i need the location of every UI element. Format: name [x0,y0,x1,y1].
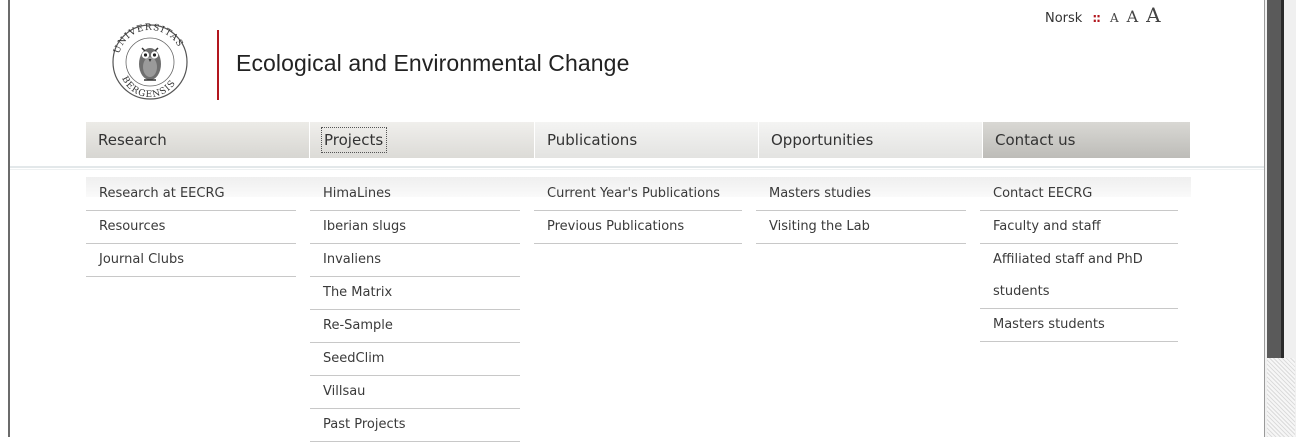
nav-tab-label: Contact us [995,131,1076,149]
site-title[interactable]: Ecological and Environmental Change [236,50,629,77]
header-divider [217,30,219,100]
menu-item[interactable]: Previous Publications [534,211,742,244]
main-navigation: Research Projects Publications Opportuni… [86,122,1191,158]
dropdown-publications: Current Year's Publications Previous Pub… [534,178,742,244]
dropdown-projects: HimaLines Iberian slugs Invaliens The Ma… [310,178,520,442]
font-size-large-button[interactable]: A [1146,3,1160,27]
menu-item[interactable]: HimaLines [310,178,520,211]
dropdown-contact: Contact EECRG Faculty and staff Affiliat… [980,178,1178,342]
nav-tab-research[interactable]: Research [86,122,310,158]
dropdown-opportunities: Masters studies Visiting the Lab [756,178,966,244]
separator-icon: :: [1092,11,1101,25]
menu-item[interactable]: Contact EECRG [980,178,1178,211]
window-frame-left [8,0,10,437]
menu-item[interactable]: Journal Clubs [86,244,296,277]
nav-tab-label: Opportunities [771,131,874,149]
menu-item[interactable]: Villsau [310,376,520,409]
menu-item[interactable]: Iberian slugs [310,211,520,244]
dropdown-research: Research at EECRG Resources Journal Club… [86,178,296,277]
menu-item[interactable]: Past Projects [310,409,520,442]
nav-tab-projects[interactable]: Projects [310,122,535,158]
nav-tab-label: Projects [320,127,388,153]
nav-tab-opportunities[interactable]: Opportunities [759,122,983,158]
menu-item[interactable]: SeedClim [310,343,520,376]
menu-item[interactable]: Visiting the Lab [756,211,966,244]
menu-item[interactable]: Faculty and staff [980,211,1178,244]
nav-tab-label: Research [98,131,167,149]
utility-bar: Norsk :: A A A [1045,3,1161,27]
menu-item[interactable]: Masters studies [756,178,966,211]
nav-tab-contact[interactable]: Contact us [983,122,1191,158]
menu-item[interactable]: Invaliens [310,244,520,277]
language-link[interactable]: Norsk [1045,11,1082,26]
menu-item[interactable]: Research at EECRG [86,178,296,211]
menu-item[interactable]: Re-Sample [310,310,520,343]
menu-item[interactable]: Resources [86,211,296,244]
font-size-small-button[interactable]: A [1110,11,1119,25]
menu-item[interactable]: The Matrix [310,277,520,310]
nav-tab-publications[interactable]: Publications [535,122,759,158]
nav-tab-label: Publications [547,131,638,149]
scrollbar-track[interactable] [1267,358,1295,437]
menu-item[interactable]: Masters students [980,309,1178,342]
header-rule [10,166,1264,168]
header-rule-secondary [10,169,1264,170]
menu-item[interactable]: Affiliated staff and PhD students [980,244,1178,309]
university-seal-logo[interactable]: UNIVERSITAS BERGENSIS [104,23,196,101]
vertical-scrollbar[interactable] [1264,0,1296,437]
scrollbar-thumb[interactable] [1267,0,1284,358]
font-size-medium-button[interactable]: A [1127,7,1139,26]
menu-item[interactable]: Current Year's Publications [534,178,742,211]
